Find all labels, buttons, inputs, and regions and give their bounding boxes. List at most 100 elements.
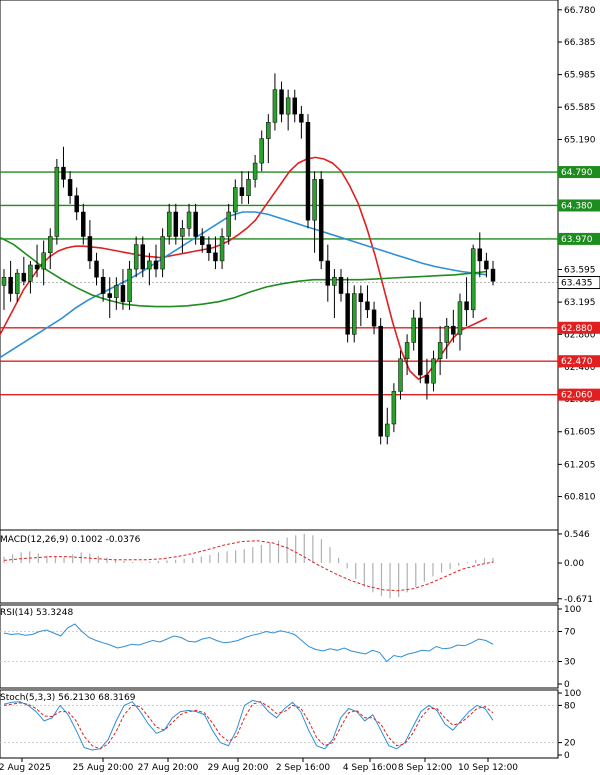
candle [239,171,245,204]
price-tick-label: 60.810 [564,493,596,503]
candle [378,318,383,445]
candle-body [133,244,139,270]
candle-body [338,276,344,294]
candle-body [318,179,324,262]
stoch-tick-label: 20 [564,739,576,749]
time-label: 25 Aug 20:00 [73,763,134,773]
time-label: 22 Aug 2025 [0,763,51,773]
candle-body [325,260,331,286]
candle [272,73,278,131]
price-tick-label: 63.595 [564,265,596,275]
candle [74,187,79,221]
candle-body [239,187,245,196]
candle [8,260,13,302]
rsi-title: RSI(14) 53.3248 [0,608,73,618]
candle-body [8,276,13,294]
candle-body [200,236,205,245]
candle-body [1,276,7,286]
candle-body [166,211,172,237]
rsi-panel: 10070300 [0,604,581,690]
candle-body [14,272,20,294]
candle [54,159,60,245]
candle-body [351,293,357,335]
time-axis: 22 Aug 2025 25 Aug 20:00 27 Aug 20:00 29 Au… [0,758,518,773]
stoch-title: Stoch(5,3,3) 56.2130 68.3169 [0,693,136,703]
candle [41,240,46,286]
candle [490,260,496,286]
candle [147,252,152,286]
candle [371,301,377,335]
candle-body [299,113,304,123]
candle [312,171,317,253]
candle-body [451,325,456,335]
time-label: 2 Sep 16:00 [276,763,331,773]
candle-body [371,309,377,327]
candle-body [285,97,291,115]
candle-body [233,187,238,213]
candle-body [34,264,40,270]
candle [279,81,284,123]
candle-body [67,179,73,196]
candle-body [81,211,86,237]
candle [391,383,397,433]
candle [1,269,7,310]
candle-body [431,358,436,384]
time-label: 10 Sep 12:00 [458,763,518,773]
candle-body [490,268,496,282]
time-label: 8 Sep 12:00 [398,763,453,773]
candle-body [28,264,33,282]
price-tick-label: 65.585 [564,103,596,113]
level-tag-label: 62.880 [561,324,593,334]
candle-body [305,122,311,221]
candle-body [391,391,397,425]
candle [67,171,73,204]
candle [318,171,324,270]
price-tick-label: 63.195 [564,298,596,308]
candle-body [484,260,489,270]
current-price-label: 63.435 [561,279,593,289]
candle-body [74,195,79,213]
time-label: 4 Sep 16:00 [343,763,398,773]
candle-body [61,166,66,180]
price-tick-label: 65.985 [564,71,596,81]
candle-body [292,97,297,115]
candle-body [153,260,159,270]
candle-body [418,317,423,376]
candle [127,260,132,310]
candle-body [87,236,93,262]
candle-body [206,244,212,254]
candle-body [173,211,179,237]
candle [411,309,416,351]
time-label: 27 Aug 20:00 [138,763,199,773]
candle [94,252,99,286]
price-tick-label: 65.190 [564,135,596,145]
candle [424,358,430,400]
candle-body [127,268,132,302]
candle-body [411,317,416,343]
candle-body [345,293,350,335]
candle [338,269,344,302]
price-tick-label: 61.205 [564,460,596,470]
candle-body [219,236,225,262]
level-tag-label: 64.380 [561,201,593,211]
time-label: 29 Aug 20:00 [208,763,269,773]
candle [292,89,297,123]
price-panel: 66.780 66.385 65.985 65.585 65.190 64.790 64.3… [0,0,600,531]
candle-body [213,252,218,262]
candle-body [100,276,106,294]
stoch-tick-label: 80 [564,701,576,711]
level-tag-label: 63.970 [561,235,593,245]
candle [206,236,212,261]
macd-title: MACD(12,26,9) 0.1002 -0.0376 [0,535,141,545]
candle-body [398,358,403,392]
candle [28,260,33,294]
candle-body [272,89,278,123]
stoch-tick-label: 100 [564,689,581,699]
candle-body [464,301,469,311]
candle-body [266,122,271,139]
macd-signal-line [3,540,494,592]
rsi-frame [0,604,559,689]
candle-body [444,325,449,343]
candle [14,269,20,302]
candle-body [114,285,119,298]
